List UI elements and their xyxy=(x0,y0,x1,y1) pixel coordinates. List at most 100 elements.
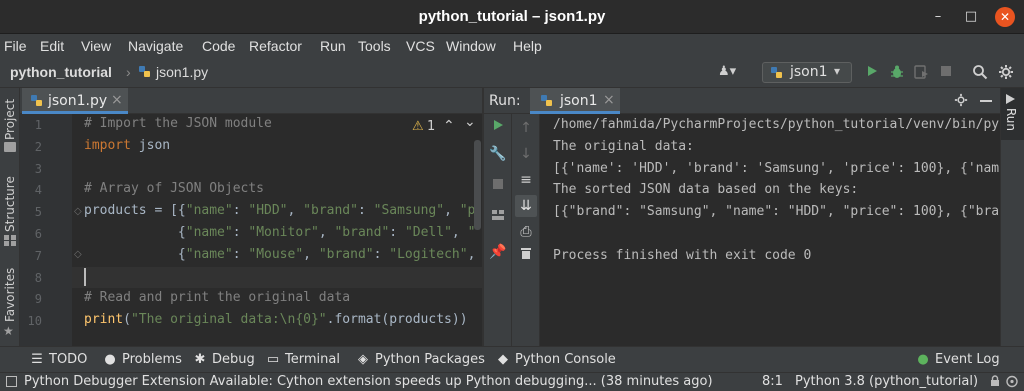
tab-project[interactable]: Project xyxy=(3,99,17,140)
event-log-label: Event Log xyxy=(935,352,1000,367)
event-log-icon: ● xyxy=(917,352,929,367)
menu-run[interactable]: Run xyxy=(320,38,346,54)
problems-icon: ● xyxy=(104,352,116,367)
menu-edit[interactable]: Edit xyxy=(40,38,64,54)
tab-favorites[interactable]: Favorites xyxy=(3,268,17,322)
line-number: 5 xyxy=(34,205,42,220)
close-window-button[interactable]: ✕ xyxy=(995,7,1015,27)
scroll-down-icon[interactable]: ↓ xyxy=(516,144,536,164)
problems-label: Problems xyxy=(122,352,182,367)
fold-marker-icon[interactable]: ◇ xyxy=(74,206,82,217)
toggle-panels-icon[interactable] xyxy=(6,376,17,387)
line-number: 4 xyxy=(34,183,42,198)
status-message[interactable]: Python Debugger Extension Available: Cyt… xyxy=(24,372,734,391)
code-token: "brand" xyxy=(334,225,390,240)
code-line: # Import the JSON module xyxy=(84,116,272,131)
warning-icon[interactable]: ⚠ xyxy=(412,119,424,134)
next-highlight-icon[interactable]: ⌄ xyxy=(464,114,476,130)
star-icon: ★ xyxy=(3,324,14,338)
soft-wrap-icon[interactable]: ≡ xyxy=(516,170,536,190)
code-token: json xyxy=(130,137,171,153)
tool-problems[interactable]: ● Problems xyxy=(103,352,182,367)
code-line: import json xyxy=(84,138,170,153)
breadcrumb-project[interactable]: python_tutorial xyxy=(10,64,112,80)
line-number: 2 xyxy=(34,139,42,154)
minimize-button[interactable]: – xyxy=(930,9,946,25)
lock-icon[interactable] xyxy=(990,375,1000,387)
scroll-to-end-icon: ⇊ xyxy=(520,198,532,214)
user-icon[interactable]: ♟▾ xyxy=(718,64,736,79)
settings-icon[interactable] xyxy=(998,64,1014,80)
notifications-icon[interactable] xyxy=(1006,375,1020,388)
tool-python-packages[interactable]: ◈ Python Packages xyxy=(356,352,485,367)
run-config-label: json1 xyxy=(790,64,828,80)
print-icon[interactable]: ⎙ xyxy=(516,222,536,242)
tool-debug[interactable]: ✱ Debug xyxy=(193,352,255,367)
menu-window[interactable]: Window xyxy=(446,38,496,54)
python-console-label: Python Console xyxy=(515,352,616,367)
close-tab-icon[interactable]: × xyxy=(111,92,123,108)
maximize-button[interactable]: □ xyxy=(963,9,979,25)
inspection-count: 1 xyxy=(427,119,436,134)
console-line: Process finished with exit code 0 xyxy=(553,247,812,263)
code-line: print("The original data:\n{0}".format(p… xyxy=(84,312,468,327)
run-tab-label: json1 xyxy=(560,93,598,109)
menu-refactor[interactable]: Refactor xyxy=(249,38,302,54)
editor-scrollbar[interactable] xyxy=(474,140,481,230)
folder-icon xyxy=(4,142,16,152)
todo-icon: ☰ xyxy=(31,352,43,367)
python-config-icon xyxy=(770,66,784,80)
rerun-icon[interactable] xyxy=(488,118,508,138)
coverage-icon[interactable] xyxy=(913,64,929,80)
pin-icon[interactable]: 📌 xyxy=(488,242,508,262)
menu-view[interactable]: View xyxy=(81,38,111,54)
tool-todo[interactable]: ☰ TODO xyxy=(30,352,87,367)
tool-terminal[interactable]: ▭ Terminal xyxy=(266,352,340,367)
menu-help[interactable]: Help xyxy=(513,38,542,54)
code-token: "Monitor" xyxy=(248,225,319,240)
run-panel-title: Run: xyxy=(489,93,521,109)
code-token: "brand" xyxy=(318,246,374,262)
code-token: "name" xyxy=(185,203,233,219)
terminal-icon: ▭ xyxy=(266,352,280,367)
wrench-icon[interactable]: 🔧 xyxy=(488,144,508,164)
tab-run-right[interactable]: Run xyxy=(1004,108,1018,131)
python-file-tab-icon xyxy=(30,94,44,108)
layout-icon[interactable] xyxy=(488,208,508,228)
stop-run-icon[interactable] xyxy=(488,176,508,196)
tool-python-console[interactable]: ◆ Python Console xyxy=(496,352,616,367)
chevron-down-icon: ▾ xyxy=(834,64,841,78)
text-caret xyxy=(84,268,86,286)
run-icon[interactable] xyxy=(864,64,880,80)
line-number: 7 xyxy=(34,248,42,263)
fold-end-icon[interactable]: ◇ xyxy=(74,249,82,260)
structure-icon xyxy=(4,235,16,246)
code-token: , xyxy=(444,203,460,219)
hide-panel-icon[interactable] xyxy=(980,100,992,102)
search-icon[interactable] xyxy=(972,64,988,80)
debug-icon[interactable] xyxy=(889,64,905,80)
breadcrumb-file[interactable]: json1.py xyxy=(156,64,208,80)
close-run-tab-icon[interactable]: × xyxy=(603,92,615,108)
menu-code[interactable]: Code xyxy=(202,38,235,54)
run-settings-icon[interactable] xyxy=(954,93,970,109)
trash-icon[interactable] xyxy=(516,246,536,266)
code-token: "name" xyxy=(185,246,233,262)
tool-event-log[interactable]: ● Event Log xyxy=(916,352,1000,367)
console-line: /home/fahmida/PycharmProjects/python_tut… xyxy=(553,117,1000,132)
cursor-position[interactable]: 8:1 xyxy=(762,372,783,391)
code-token: : xyxy=(232,225,249,240)
menu-vcs[interactable]: VCS xyxy=(406,38,435,54)
tab-structure[interactable]: Structure xyxy=(3,176,17,232)
console-line: The original data: xyxy=(553,138,694,154)
menu-navigate[interactable]: Navigate xyxy=(128,38,183,54)
code-token: "Mouse" xyxy=(248,246,304,262)
scroll-up-icon[interactable]: ↑ xyxy=(516,118,536,138)
debug-label: Debug xyxy=(212,352,255,367)
menu-file[interactable]: File xyxy=(4,38,27,54)
line-number: 6 xyxy=(34,227,42,241)
menu-tools[interactable]: Tools xyxy=(358,38,391,54)
stop-icon[interactable] xyxy=(938,64,954,80)
previous-highlight-icon[interactable]: ⌃ xyxy=(443,118,455,134)
interpreter-selector[interactable]: Python 3.8 (python_tutorial) xyxy=(795,372,978,391)
